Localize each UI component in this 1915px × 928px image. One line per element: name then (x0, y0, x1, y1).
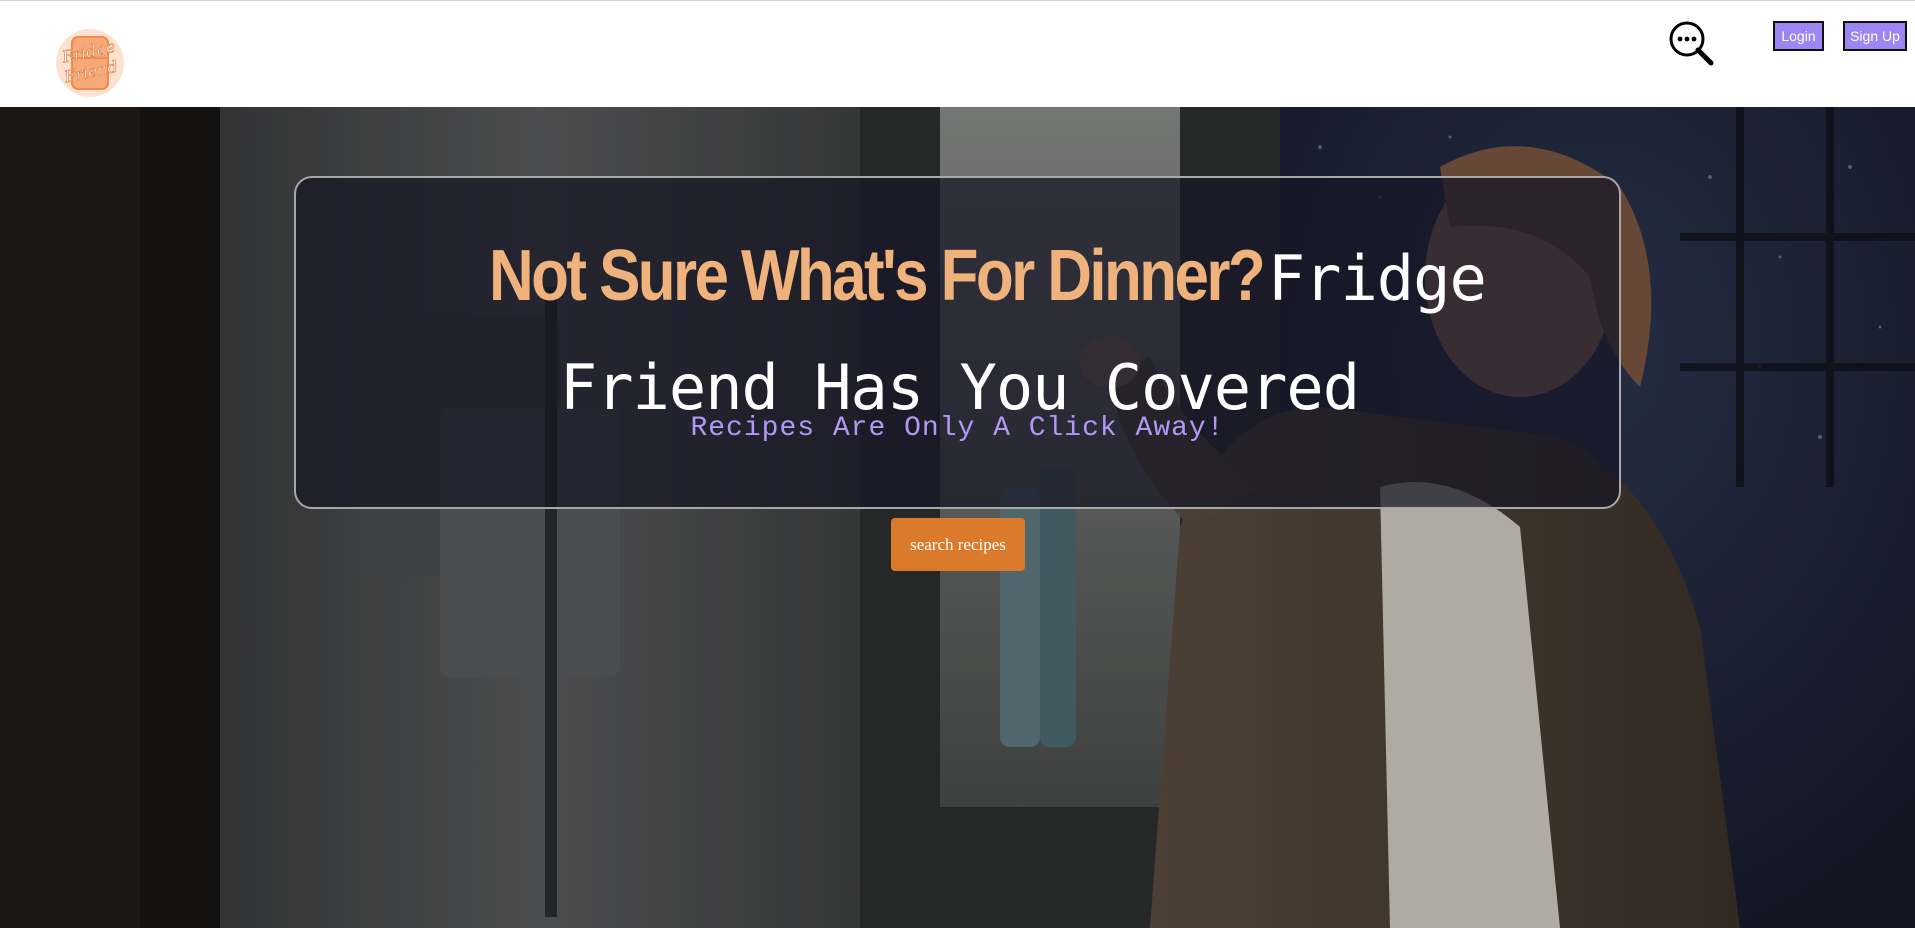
hero-tagline: Recipes Are Only A Click Away! (690, 413, 1225, 444)
search-icon[interactable] (1667, 19, 1715, 67)
login-button[interactable]: Login (1773, 21, 1824, 51)
hero-section: Not Sure What's For Dinner? Fridge Frien… (0, 107, 1915, 928)
headline-accent: Not Sure What's For Dinner? (489, 236, 1266, 316)
fridge-friend-logo[interactable]: Fridge Friend (54, 28, 126, 98)
top-nav-bar: Fridge Friend Login Sign Up (0, 0, 1915, 107)
search-recipes-button[interactable]: search recipes (891, 518, 1025, 571)
signup-button[interactable]: Sign Up (1843, 21, 1907, 51)
hero-message-panel: Not Sure What's For Dinner? Fridge Frien… (294, 176, 1621, 509)
